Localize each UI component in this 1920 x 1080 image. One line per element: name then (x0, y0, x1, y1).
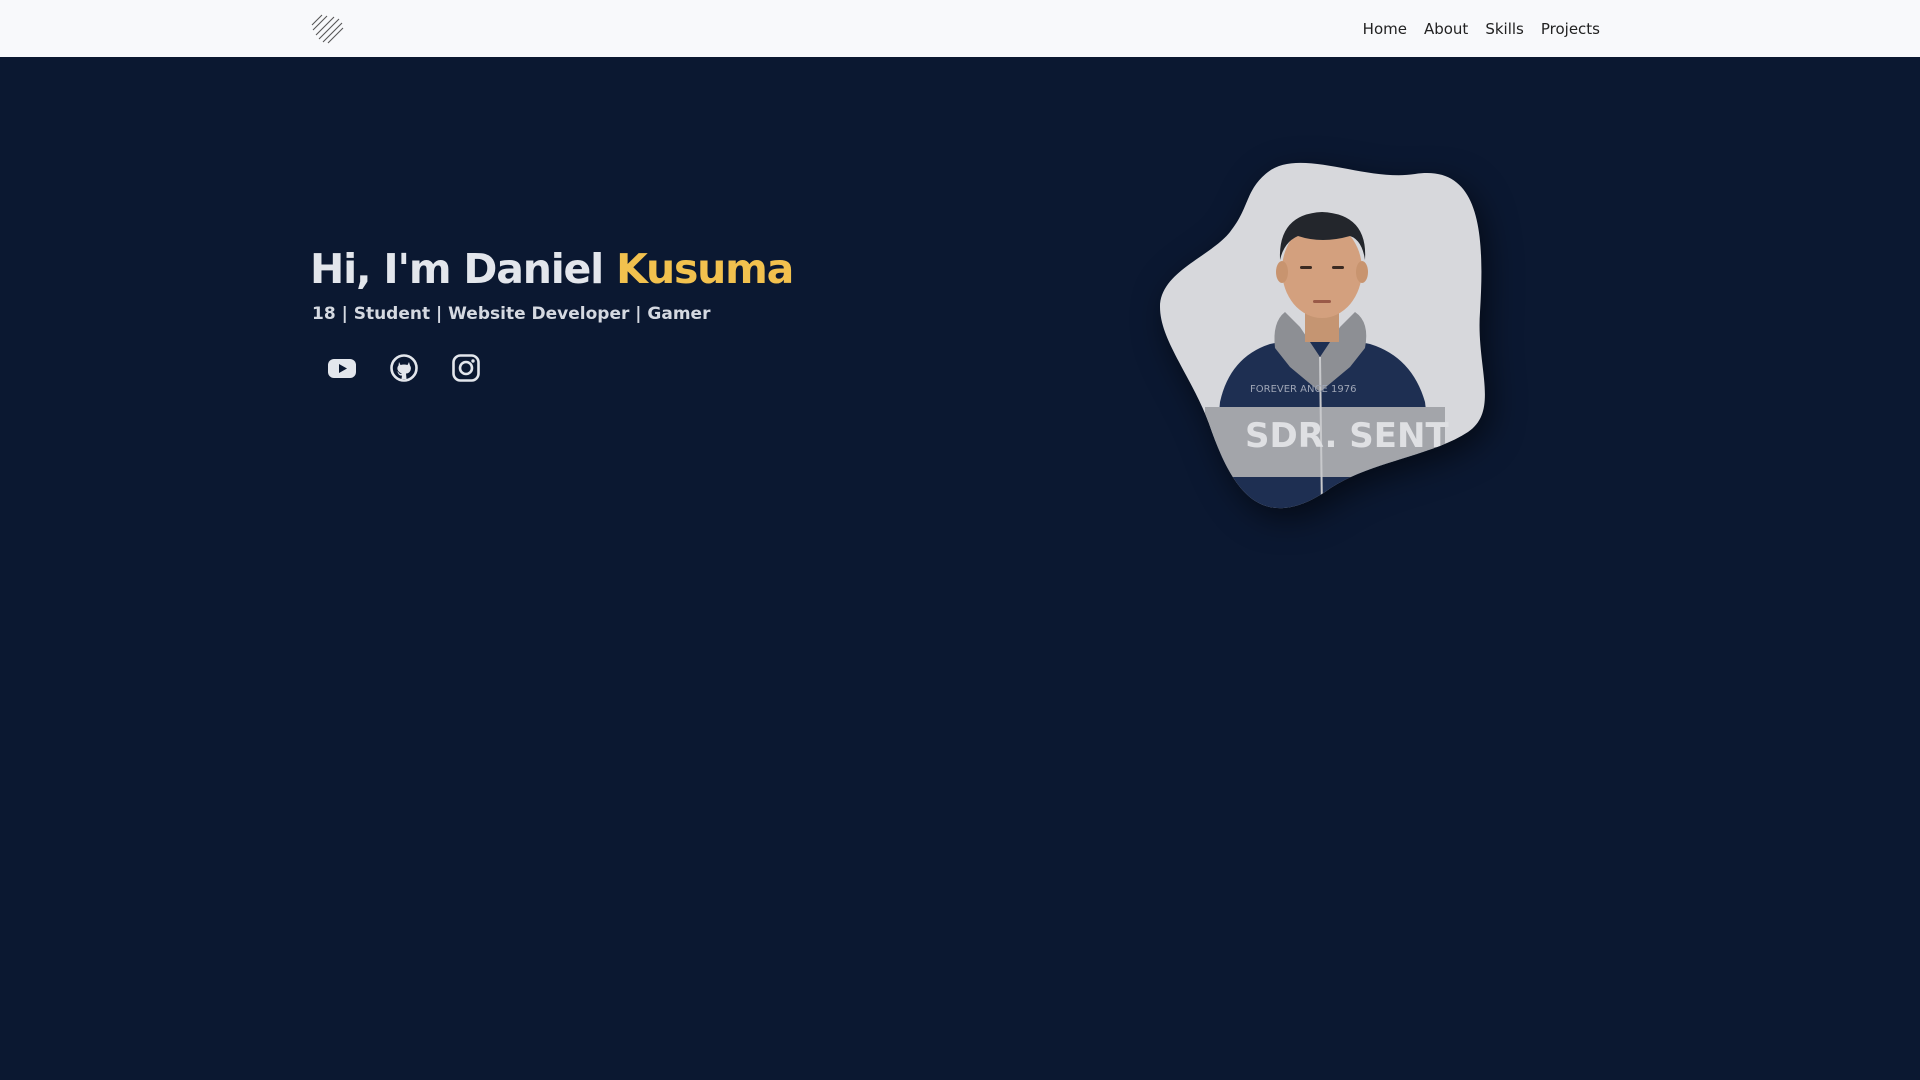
shirt-subtext: FOREVER ANCE 1976 (1250, 384, 1356, 395)
profile-photo: FOREVER ANCE 1976 SDR. SENT (1160, 162, 1485, 509)
youtube-icon (328, 359, 356, 378)
hero-section: Hi, I'm Daniel Kusuma 18 | Student | Web… (0, 57, 1920, 1080)
instagram-icon (452, 354, 480, 382)
logo-icon[interactable] (310, 13, 344, 45)
nav-links: Home About Skills Projects (1363, 0, 1600, 57)
nav-link-projects[interactable]: Projects (1541, 20, 1600, 38)
hero-title: Hi, I'm Daniel Kusuma (310, 245, 794, 293)
youtube-link[interactable] (326, 352, 358, 384)
hero-greeting: Hi, I'm Daniel (310, 245, 617, 293)
nav-link-skills[interactable]: Skills (1485, 20, 1524, 38)
hero-name-accent: Kusuma (616, 245, 794, 293)
github-icon (390, 354, 418, 382)
nav-link-about[interactable]: About (1424, 20, 1468, 38)
shirt-text: SDR. SENT (1245, 416, 1449, 456)
social-links (326, 352, 482, 384)
nav-link-home[interactable]: Home (1363, 20, 1407, 38)
hero-subtitle: 18 | Student | Website Developer | Gamer (312, 304, 711, 324)
navbar: Home About Skills Projects (0, 0, 1920, 57)
instagram-link[interactable] (450, 352, 482, 384)
github-link[interactable] (388, 352, 420, 384)
